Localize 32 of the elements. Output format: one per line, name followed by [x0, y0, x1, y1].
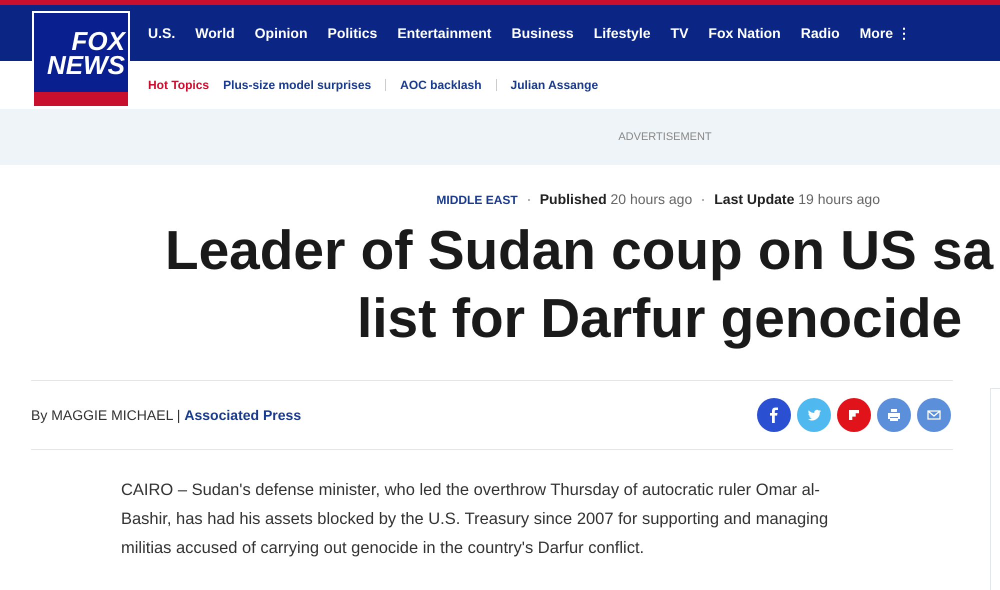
nav-link[interactable]: Entertainment: [397, 22, 492, 44]
topic-link[interactable]: AOC backlash: [400, 76, 482, 94]
nav-link[interactable]: Opinion: [254, 22, 308, 44]
nav-link[interactable]: World: [195, 22, 235, 44]
advertisement-label: ADVERTISEMENT: [618, 130, 712, 145]
category-link[interactable]: MIDDLE EAST: [436, 191, 518, 209]
nav-link[interactable]: Politics: [328, 22, 378, 44]
nav-link[interactable]: TV: [670, 22, 688, 44]
article-paragraph: CAIRO – Sudan's defense minister, who led the overthrow Thursday of autocratic ruler Omar al-Bashir, has had his assets blocked by the U.S. Treasury since 2007 for supporting and managing militias accused of carrying out genocide in the country's Darfur conflict.: [121, 480, 830, 559]
nav-link[interactable]: Radio: [800, 22, 840, 44]
share-button[interactable]: [877, 398, 911, 432]
updated-time: Last Update 19 hours ago: [714, 190, 880, 209]
headline: list for Darfur genocide: [356, 286, 964, 351]
published-time: Published 20 hours ago: [540, 190, 692, 209]
logo-text: FOX: [72, 28, 125, 52]
share-button[interactable]: [757, 398, 791, 432]
fox-news-logo[interactable]: FOX NEWS: [32, 11, 130, 108]
nav-link[interactable]: Lifestyle: [594, 22, 651, 44]
topic-link[interactable]: Julian Assange: [510, 76, 598, 94]
byline: By MAGGIE MICHAEL |: [31, 406, 180, 425]
share-button[interactable]: [837, 398, 871, 432]
headline: Leader of Sudan coup on US sa: [164, 218, 994, 283]
nav-link[interactable]: Fox Nation: [708, 22, 781, 44]
share-button[interactable]: [917, 398, 951, 432]
source-link[interactable]: Associated Press: [184, 404, 302, 426]
printer-icon: [885, 406, 903, 424]
more-menu-button[interactable]: More ⋮: [860, 22, 911, 44]
hot-topics-label: Hot Topics: [148, 77, 210, 94]
logo-text: NEWS: [47, 52, 125, 76]
nav-link[interactable]: Business: [511, 22, 574, 44]
nav-link[interactable]: U.S.: [148, 22, 176, 44]
topic-link[interactable]: Plus-size model surprises: [223, 76, 372, 94]
